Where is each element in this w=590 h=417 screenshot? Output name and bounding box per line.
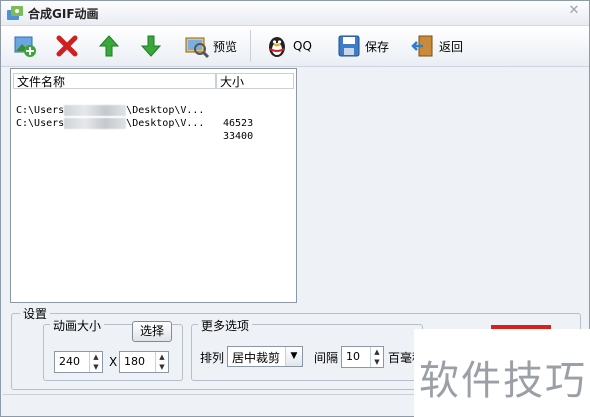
close-button[interactable]: ✕: [567, 4, 581, 18]
redacted-username: [64, 104, 127, 116]
chevron-down-icon[interactable]: ▼: [285, 347, 302, 366]
list-item[interactable]: C:\Users \Desktop\V... 33400: [16, 104, 253, 142]
delete-button[interactable]: [55, 32, 79, 60]
green-up-arrow-icon: [98, 35, 120, 57]
preview-button[interactable]: 预览: [185, 32, 237, 60]
column-header-size[interactable]: 大小: [216, 73, 294, 89]
save-label: 保存: [365, 39, 390, 54]
file-path-end: \Desktop\V...: [126, 118, 205, 129]
width-up-arrow-icon[interactable]: ▲: [90, 352, 102, 362]
watermark-text: 软件技巧: [419, 358, 587, 404]
width-value: 240: [59, 355, 80, 368]
qq-label: QQ: [293, 39, 312, 53]
more-options-title: 更多选项: [198, 317, 253, 334]
interval-value: 10: [346, 350, 360, 363]
list-item[interactable]: C:\Users \Desktop\V... 46523: [16, 91, 253, 129]
toolbar: 预览 QQ 保存 返回: [1, 26, 589, 67]
redacted-username: [64, 117, 127, 129]
arrange-dropdown[interactable]: 居中裁剪 ▼: [227, 346, 303, 367]
height-up-arrow-icon[interactable]: ▲: [156, 352, 168, 362]
red-x-icon: [56, 35, 78, 57]
file-path-end: \Desktop\V...: [126, 105, 205, 116]
preview-magnifier-icon: [185, 37, 209, 58]
arrange-label: 排列: [200, 351, 225, 365]
floppy-disk-icon: [338, 35, 360, 57]
window-title: 合成GIF动画: [28, 7, 99, 21]
toolbar-separator: [250, 30, 251, 62]
animation-size-title: 动画大小: [50, 317, 105, 334]
green-down-arrow-icon: [140, 35, 162, 57]
column-header-filename[interactable]: 文件名称: [13, 73, 216, 89]
file-size: 46523: [223, 118, 254, 129]
height-down-arrow-icon[interactable]: ▼: [156, 362, 168, 372]
file-size: 33400: [223, 131, 254, 142]
size-separator-x: X: [109, 355, 118, 369]
back-door-icon: [411, 35, 433, 57]
height-value: 180: [124, 355, 145, 368]
save-button[interactable]: 保存: [337, 32, 389, 60]
file-path-start: C:\Users: [16, 118, 65, 129]
qq-penguin-icon: [269, 37, 285, 57]
app-icon: [6, 5, 24, 21]
add-image-icon: [14, 36, 36, 57]
add-image-button[interactable]: [13, 32, 37, 60]
width-spinbox[interactable]: 240 ▲ ▼: [54, 351, 103, 373]
move-up-button[interactable]: [97, 32, 121, 60]
interval-spinbox[interactable]: 10 ▲ ▼: [341, 346, 384, 368]
back-label: 返回: [439, 39, 464, 54]
interval-label: 间隔: [314, 351, 339, 365]
file-list[interactable]: 文件名称 大小 C:\Users \Desktop\V... 46523 C:\U…: [10, 68, 297, 303]
interval-up-arrow-icon[interactable]: ▲: [371, 347, 383, 357]
interval-down-arrow-icon[interactable]: ▼: [371, 357, 383, 367]
preview-label: 预览: [213, 39, 238, 54]
arrange-value: 居中裁剪: [232, 351, 281, 365]
back-button[interactable]: 返回: [411, 32, 463, 60]
width-down-arrow-icon[interactable]: ▼: [90, 362, 102, 372]
settings-title: 设置: [20, 305, 51, 322]
qq-button[interactable]: QQ: [265, 32, 312, 60]
select-size-button[interactable]: 选择: [132, 321, 172, 342]
title-bar[interactable]: 合成GIF动画 ✕: [1, 1, 589, 26]
move-down-button[interactable]: [139, 32, 163, 60]
height-spinbox[interactable]: 180 ▲ ▼: [119, 351, 169, 373]
